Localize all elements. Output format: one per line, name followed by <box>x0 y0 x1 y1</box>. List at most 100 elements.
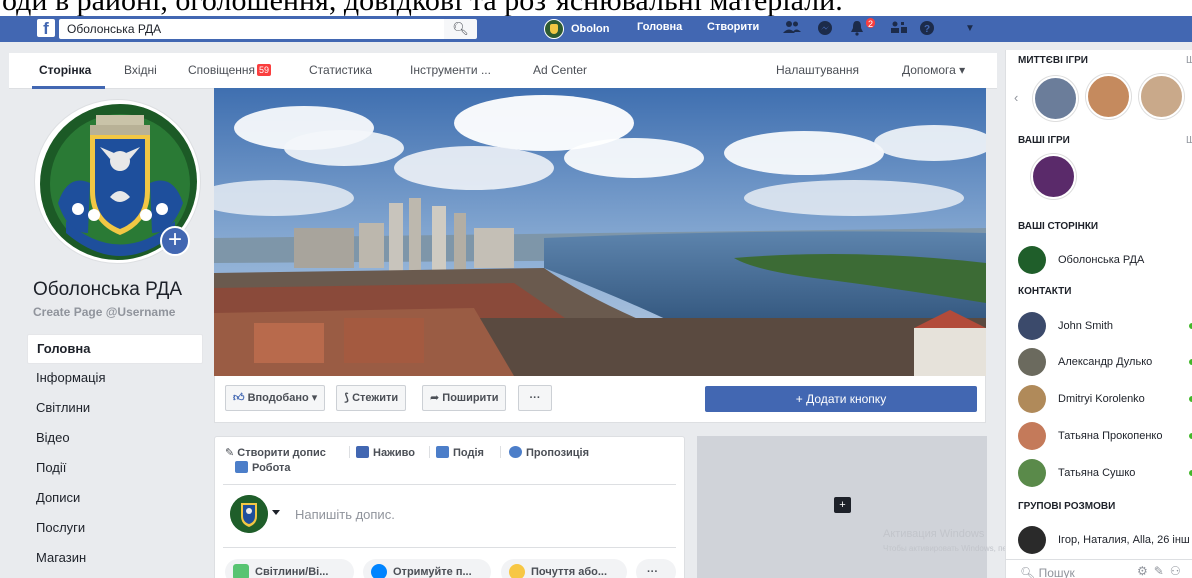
get-messages-button[interactable]: Отримуйте п... <box>363 559 491 578</box>
left-nav-item-about[interactable]: Інформація <box>27 364 203 394</box>
create-link[interactable]: Створити <box>707 21 759 33</box>
add-button-button[interactable]: + Додати кнопку <box>705 386 977 412</box>
go-live-action[interactable]: Наживо <box>356 446 415 459</box>
left-nav-item-photos[interactable]: Світлини <box>27 394 203 424</box>
page-list-item[interactable]: Оболонська РДА <box>1018 246 1192 274</box>
go-live-label: Наживо <box>373 447 415 459</box>
add-profile-photo-button[interactable]: + <box>160 226 190 256</box>
offer-tag-icon <box>509 446 522 458</box>
contact-name: Татьяна Прокопенко <box>1058 430 1163 442</box>
post-composer: ✎ Створити допис Наживо Подія Пропозиція… <box>214 436 685 578</box>
profile-name: Obolon <box>571 23 610 35</box>
game-thumbnail[interactable] <box>1033 76 1078 121</box>
share-page-label: Поширити <box>442 392 499 404</box>
contacts-search: 🔍︎ Пошук ⚙✎⚇ <box>1006 559 1192 578</box>
contact-item[interactable]: Татьяна Прокопенко <box>1018 422 1192 450</box>
tab-publishing-tools[interactable]: Інструменти ... <box>410 63 491 77</box>
share-arrow-icon: ➦ <box>430 392 440 404</box>
photo-video-button[interactable]: Світлини/Ві... <box>225 559 354 578</box>
avatar <box>1018 459 1046 487</box>
contact-item[interactable]: Александр Дулько <box>1018 348 1192 376</box>
event-action[interactable]: Подія <box>436 446 484 459</box>
quick-help-people-icon[interactable] <box>890 20 908 38</box>
like-page-button[interactable]: 👍︎ Вподобано ▾ <box>225 385 326 411</box>
photo-icon <box>233 564 249 578</box>
tab-notifications[interactable]: Сповіщення 59 <box>188 63 272 77</box>
contact-item[interactable]: Dmitryi Korolenko <box>1018 385 1192 413</box>
like-page-label: Вподобано ▾ <box>247 392 318 404</box>
follow-page-button[interactable]: ⟆ Стежити <box>336 385 407 411</box>
avatar <box>1018 246 1046 274</box>
left-nav-item-events[interactable]: Події <box>27 454 203 484</box>
your-pages-heading: ВАШІ СТОРІНКИ <box>1018 221 1099 232</box>
see-all-link[interactable]: Ш <box>1186 55 1192 66</box>
avatar <box>1018 348 1046 376</box>
gear-icon[interactable]: ⚙ <box>1137 564 1154 578</box>
composer-separator <box>349 446 350 458</box>
messenger-icon[interactable] <box>816 20 834 38</box>
group-chat-item[interactable]: Ігор, Наталия, Alla, 26 інш <box>1018 526 1192 554</box>
cover-photo[interactable] <box>214 88 986 376</box>
contacts-search-input[interactable]: 🔍︎ Пошук <box>1020 566 1075 578</box>
search-input[interactable]: Оболонська РДА <box>59 19 450 39</box>
add-photo-icon[interactable]: + <box>834 497 851 513</box>
game-thumbnail[interactable] <box>1139 74 1184 119</box>
group-icon[interactable]: ⚇ <box>1170 564 1187 578</box>
svg-text:?: ? <box>924 24 930 35</box>
help-question-icon[interactable]: ? <box>918 20 936 38</box>
more-options-button[interactable]: ··· <box>518 385 552 411</box>
live-video-icon <box>356 446 369 458</box>
tab-insights[interactable]: Статистика <box>309 63 372 77</box>
job-action[interactable]: Робота <box>235 461 291 474</box>
tab-inbox[interactable]: Вхідні <box>124 63 157 77</box>
tab-ad-center[interactable]: Ad Center <box>533 63 587 77</box>
left-nav-item-shop[interactable]: Магазин <box>27 544 203 574</box>
create-post-action[interactable]: ✎ Створити допис <box>225 446 326 459</box>
right-sidebar: МИТТЄВІ ІГРИ Ш ‹ ВАШІ ІГРИ Ш ВАШІ СТОРІН… <box>1005 50 1192 578</box>
friend-requests-icon[interactable] <box>783 20 801 38</box>
page-list-item-name: Оболонська РДА <box>1058 254 1145 266</box>
left-nav-item-services[interactable]: Послуги <box>27 514 203 544</box>
offer-action[interactable]: Пропозиція <box>509 446 589 459</box>
post-text-input[interactable]: Напишіть допис. <box>295 507 395 522</box>
contact-name: Александр Дулько <box>1058 356 1153 368</box>
game-thumbnail[interactable] <box>1086 74 1131 119</box>
left-nav-item-posts[interactable]: Дописи <box>27 484 203 514</box>
search-icon: 🔍︎ <box>1020 566 1036 578</box>
contact-name: John Smith <box>1058 320 1114 332</box>
chevron-down-icon[interactable] <box>272 510 280 515</box>
chevron-left-icon[interactable]: ‹ <box>1014 90 1018 105</box>
composer-more-button[interactable]: ··· <box>636 559 676 578</box>
left-nav-item-videos[interactable]: Відео <box>27 424 203 454</box>
avatar <box>230 495 268 533</box>
contact-item[interactable]: John Smith <box>1018 312 1192 340</box>
search-icon[interactable]: 🔍︎ <box>444 19 477 39</box>
account-menu-chevron-down-icon[interactable]: ▼ <box>961 20 979 38</box>
profile-link[interactable]: Obolon <box>544 18 610 40</box>
facebook-logo-icon[interactable]: f <box>37 19 55 37</box>
game-thumbnail[interactable] <box>1031 154 1076 199</box>
tab-help[interactable]: Допомога ▾ <box>902 63 965 77</box>
active-tab-indicator <box>32 86 105 89</box>
see-all-link[interactable]: Ш <box>1186 135 1192 146</box>
create-post-label: Створити допис <box>237 447 326 459</box>
share-page-button[interactable]: ➦ Поширити <box>422 385 507 411</box>
tab-page[interactable]: Сторінка <box>39 63 91 77</box>
photo-video-label: Світлини/Ві... <box>255 566 329 578</box>
smiley-icon <box>509 564 525 578</box>
notifications-badge: 2 <box>865 17 876 29</box>
tab-settings[interactable]: Налаштування <box>776 63 859 77</box>
contacts-search-placeholder: Пошук <box>1038 566 1075 578</box>
briefcase-icon <box>235 461 248 473</box>
create-username-link[interactable]: Create Page @Username <box>33 305 175 319</box>
feeling-activity-button[interactable]: Почуття або... <box>501 559 627 578</box>
composer-separator <box>500 446 501 458</box>
home-link[interactable]: Головна <box>637 21 682 33</box>
new-message-icon[interactable]: ✎ <box>1154 564 1170 578</box>
offer-label: Пропозиція <box>526 447 590 459</box>
left-nav-item-home[interactable]: Головна <box>27 334 203 364</box>
notifications-bell-icon[interactable] <box>848 20 866 38</box>
page-tabs-bar: Сторінка Вхідні Сповіщення 59 Статистика … <box>9 53 997 89</box>
contact-item[interactable]: Татьяна Сушко <box>1018 459 1192 487</box>
get-messages-label: Отримуйте п... <box>393 566 472 578</box>
